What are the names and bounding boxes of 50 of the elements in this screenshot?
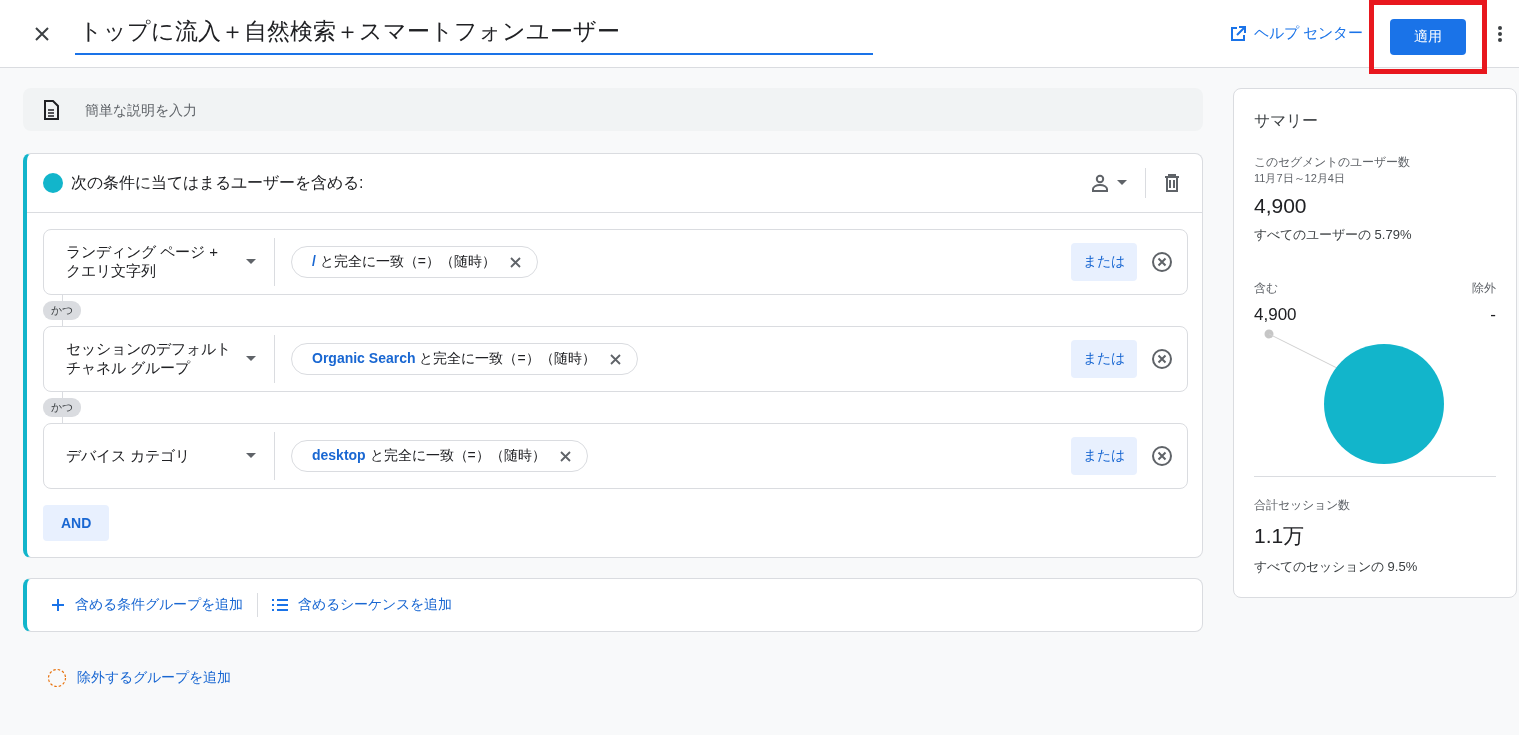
person-icon <box>1091 174 1109 192</box>
dimension-dropdown[interactable]: ランディング ページ + クエリ文字列 <box>54 243 274 281</box>
help-link[interactable]: ヘルプ センター <box>1229 24 1363 43</box>
title-field[interactable]: トップに流入＋自然検索＋スマートフォンユーザー <box>75 12 873 55</box>
close-icon[interactable] <box>609 353 621 365</box>
plus-icon <box>51 598 65 612</box>
metric-value: 1.1万 <box>1254 523 1306 549</box>
and-button[interactable]: AND <box>43 505 110 541</box>
dimension-dropdown[interactable]: デバイス カテゴリ <box>54 446 274 466</box>
apply-button[interactable]: 適用 <box>1390 18 1466 55</box>
trash-icon[interactable] <box>1164 174 1180 192</box>
remove-circle-icon[interactable] <box>1151 348 1173 370</box>
remove-circle-icon[interactable] <box>1151 445 1173 467</box>
external-link-icon <box>1229 25 1246 42</box>
include-label: 含む <box>1254 280 1278 297</box>
or-button[interactable]: または <box>1071 340 1137 378</box>
more-icon[interactable] <box>1497 24 1503 43</box>
list-icon <box>272 599 288 611</box>
metric-label: 合計セッション数 <box>1254 497 1351 514</box>
add-exclude-link[interactable]: 除外するグループを追加 <box>47 668 231 688</box>
summary-title: サマリー <box>1254 111 1319 131</box>
description-input[interactable]: 簡単な説明を入力 <box>83 100 687 119</box>
caret-icon <box>246 259 256 265</box>
or-button[interactable]: または <box>1071 437 1137 475</box>
metric-share: すべてのセッションの 9.5% <box>1254 558 1419 576</box>
and-connector-label: かつ <box>43 301 81 320</box>
document-icon <box>43 99 59 120</box>
caret-icon <box>1117 180 1127 186</box>
dashed-circle-icon <box>47 668 67 688</box>
metric-label: このセグメントのユーザー数 <box>1254 154 1411 171</box>
date-range: 11月7日～12月4日 <box>1254 171 1346 186</box>
exclude-label: 除外 <box>1472 280 1496 297</box>
exclude-value: - <box>1490 305 1496 325</box>
dimension-dropdown[interactable]: セッションのデフォルトチャネル グループ <box>54 340 274 378</box>
metric-value: 4,900 <box>1254 194 1308 218</box>
remove-circle-icon[interactable] <box>1151 251 1173 273</box>
user-scope-dropdown[interactable] <box>1091 174 1127 192</box>
add-link[interactable]: 含める条件グループを追加 <box>51 596 243 614</box>
close-icon[interactable] <box>509 256 521 268</box>
caret-icon <box>246 453 256 459</box>
metric-share: すべてのユーザーの 5.79% <box>1254 226 1413 244</box>
description-field[interactable]: 簡単な説明を入力 <box>23 88 1203 131</box>
or-button[interactable]: または <box>1071 243 1137 281</box>
close-icon[interactable] <box>559 450 571 462</box>
group-title: 次の条件に当てはまるユーザーを含める: <box>71 172 364 193</box>
include-value: 4,900 <box>1254 305 1297 325</box>
add-link[interactable]: 含めるシーケンスを追加 <box>272 596 452 614</box>
caret-icon <box>246 356 256 362</box>
and-connector-label: かつ <box>43 398 81 417</box>
close-icon[interactable] <box>33 24 51 43</box>
